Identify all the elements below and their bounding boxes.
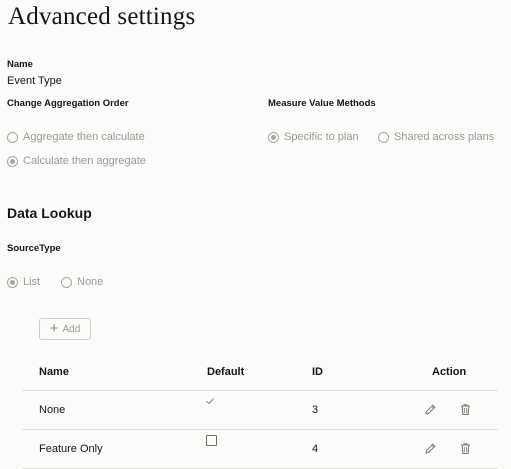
radio-calculate-then-aggregate[interactable]: Calculate then aggregate xyxy=(7,155,146,167)
radio-aggregate-then-calculate[interactable]: Aggregate then calculate xyxy=(7,131,145,143)
data-lookup-heading: Data Lookup xyxy=(7,205,92,221)
radio-label: Aggregate then calculate xyxy=(23,131,145,143)
radio-unselected-icon xyxy=(7,131,18,143)
table-header: Name Default ID Action xyxy=(22,358,498,391)
radio-selected-icon xyxy=(7,276,18,288)
radio-source-list[interactable]: List xyxy=(7,276,40,288)
radio-label: Shared across plans xyxy=(394,131,495,143)
pencil-icon[interactable] xyxy=(424,403,437,416)
radio-specific-to-plan[interactable]: Specific to plan xyxy=(268,131,359,143)
pencil-icon[interactable] xyxy=(424,442,437,455)
header-id[interactable]: ID xyxy=(312,366,323,378)
radio-selected-icon xyxy=(7,155,18,167)
radio-label: Specific to plan xyxy=(284,131,359,143)
table-row[interactable]: Feature Only 4 xyxy=(22,430,498,469)
radio-selected-icon xyxy=(268,131,279,143)
radio-label: None xyxy=(77,276,104,288)
check-icon xyxy=(206,398,214,405)
row-name: None xyxy=(39,404,66,416)
row-name: Feature Only xyxy=(39,443,103,455)
source-type-label: SourceType xyxy=(7,243,61,254)
add-button[interactable]: + Add xyxy=(39,318,91,340)
radio-source-none[interactable]: None xyxy=(61,276,103,288)
table-row[interactable]: None 3 xyxy=(22,391,498,430)
radio-label: Calculate then aggregate xyxy=(23,155,146,167)
trash-icon[interactable] xyxy=(459,403,472,416)
row-id: 4 xyxy=(312,443,319,455)
radio-unselected-icon xyxy=(378,131,389,143)
radio-unselected-icon xyxy=(61,276,72,288)
page-title: Advanced settings xyxy=(8,3,196,30)
row-id: 3 xyxy=(312,404,319,416)
checkbox-icon[interactable] xyxy=(206,435,217,446)
measure-methods-label: Measure Value Methods xyxy=(268,98,376,109)
radio-shared-across-plans[interactable]: Shared across plans xyxy=(378,131,494,143)
plus-icon: + xyxy=(49,320,59,337)
name-value: Event Type xyxy=(7,75,62,87)
trash-icon[interactable] xyxy=(459,442,472,455)
aggregation-order-label: Change Aggregation Order xyxy=(7,98,129,109)
radio-label: List xyxy=(23,276,41,288)
header-name[interactable]: Name xyxy=(39,366,69,378)
lookup-table: Name Default ID Action None 3 Feature On… xyxy=(22,358,498,469)
header-action: Action xyxy=(432,366,467,378)
name-label: Name xyxy=(7,59,33,70)
header-default[interactable]: Default xyxy=(207,366,244,378)
add-button-label: Add xyxy=(62,323,81,335)
